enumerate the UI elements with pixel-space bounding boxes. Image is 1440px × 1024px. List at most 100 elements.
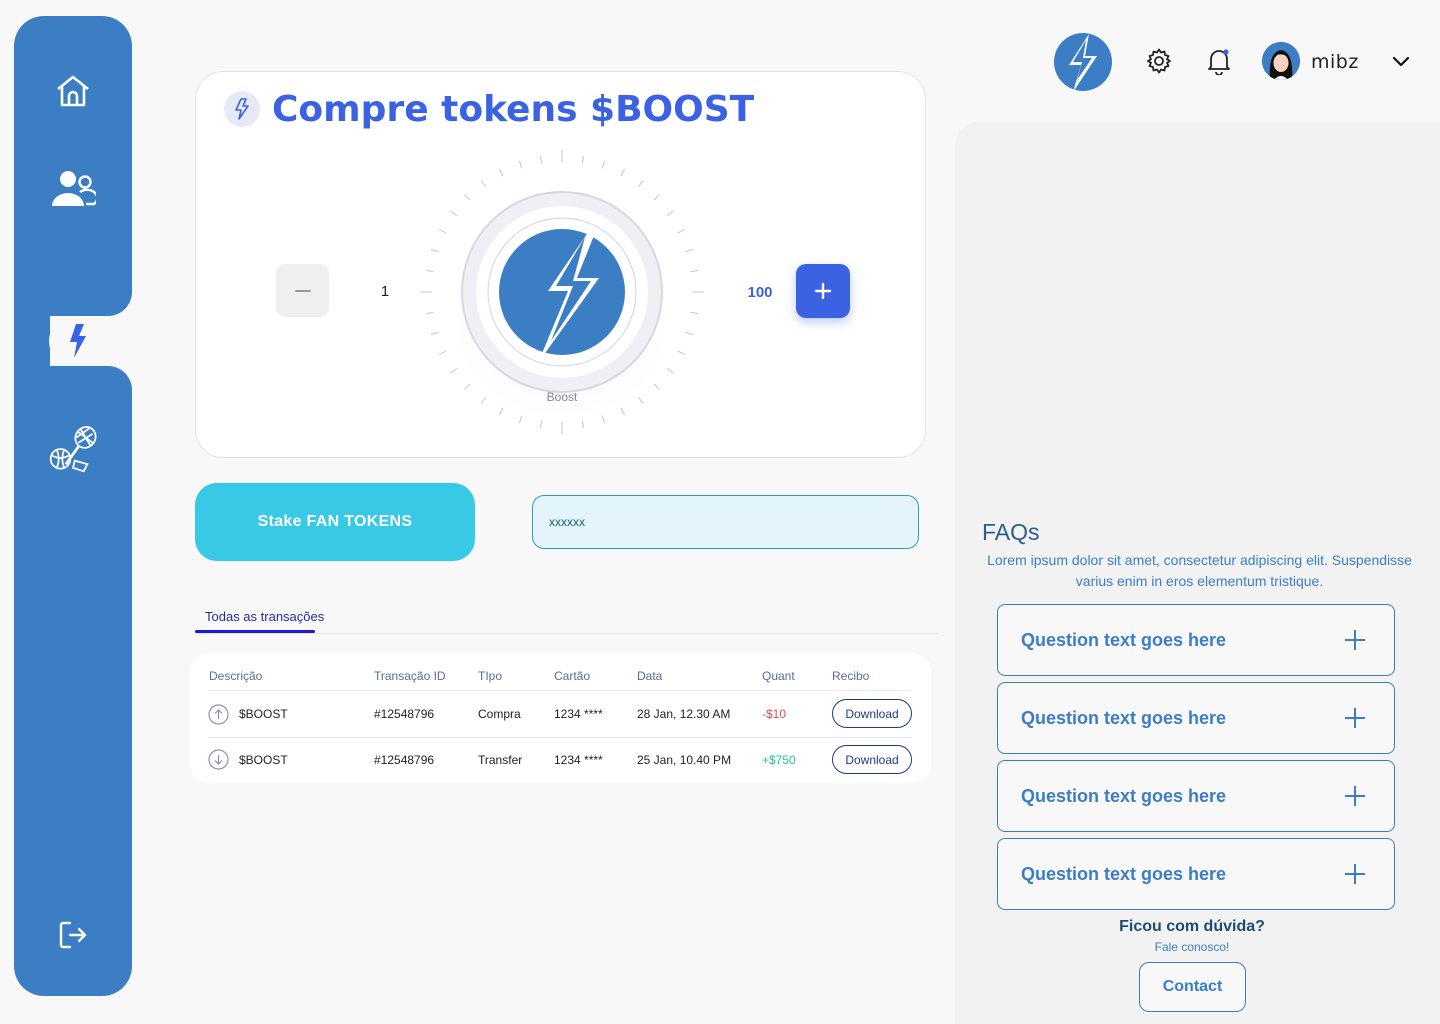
avatar[interactable]: [1262, 42, 1300, 80]
faq-item[interactable]: Question text goes here: [997, 682, 1395, 754]
lightning-icon: [70, 324, 86, 358]
header-divider: [208, 690, 912, 691]
dial-tick: [430, 331, 439, 336]
faq-item[interactable]: Question text goes here: [997, 838, 1395, 910]
dial-tick: [518, 160, 523, 169]
plus-icon: [1345, 864, 1365, 884]
dial-tick: [480, 396, 487, 404]
col-header-amount[interactable]: Quant: [762, 669, 795, 683]
faq-question: Question text goes here: [1021, 630, 1227, 650]
sports-icon[interactable]: [48, 424, 98, 474]
bell-icon[interactable]: [1204, 46, 1234, 76]
arrow-down-icon: [208, 749, 229, 770]
dial-tick: [690, 269, 699, 273]
row2-type: Transfer: [478, 753, 523, 767]
row1-id: #12548796: [374, 707, 435, 721]
dial-tick: [685, 331, 694, 336]
max-value: 100: [747, 284, 773, 301]
dial-tick: [498, 407, 504, 416]
dial-tick: [539, 155, 543, 164]
dial-tick: [438, 350, 447, 356]
brand-logo: [1054, 33, 1112, 92]
dial-tick: [450, 367, 458, 374]
dial-tick: [666, 210, 674, 217]
logout-icon[interactable]: [48, 910, 98, 960]
col-header-card[interactable]: Cartão: [554, 669, 590, 683]
dial-tick: [480, 180, 487, 188]
dial-tick: [581, 420, 585, 429]
row2-id: #12548796: [374, 753, 435, 767]
dial-tick: [601, 415, 606, 424]
row2-amount: +$750: [762, 753, 796, 767]
dial-tick: [438, 228, 447, 234]
faq-item[interactable]: Question text goes here: [997, 760, 1395, 832]
dial-tick: [677, 228, 686, 234]
faq-item[interactable]: Question text goes here: [997, 604, 1395, 676]
min-value: 1: [380, 283, 390, 300]
dial-tick: [677, 350, 686, 356]
dial-tick: [637, 396, 644, 404]
col-header-transaction-id[interactable]: Transação ID: [374, 669, 446, 683]
row1-type: Compra: [478, 707, 521, 721]
plus-icon: [1345, 708, 1365, 728]
username[interactable]: mibz: [1311, 51, 1359, 73]
row2-description: $BOOST: [239, 753, 288, 767]
faq-question: Question text goes here: [1021, 708, 1227, 728]
plus-icon: [1345, 786, 1365, 806]
row1-amount: -$10: [762, 707, 787, 721]
col-header-date[interactable]: Data: [637, 669, 662, 683]
users-icon[interactable]: [48, 163, 98, 213]
tab-divider: [195, 633, 938, 634]
increase-button[interactable]: [796, 264, 850, 318]
help-subtitle: Fale conosco!: [1154, 940, 1230, 954]
row2-date: 25 Jan, 10.40 PM: [637, 753, 732, 767]
dial-tick: [637, 180, 644, 188]
dial-label: Boost: [546, 390, 578, 404]
dial-tick: [666, 367, 674, 374]
row1-date: 28 Jan, 12.30 AM: [637, 707, 731, 721]
row1-description: $BOOST: [239, 707, 288, 721]
plus-icon: [1345, 630, 1365, 650]
arrow-up-icon: [208, 704, 229, 725]
dial-tick: [539, 420, 543, 429]
chevron-down-icon[interactable]: [1390, 50, 1412, 72]
row-divider: [208, 737, 912, 738]
stake-fan-tokens-button[interactable]: Stake FAN TOKENS: [195, 483, 475, 561]
dial-tick: [690, 311, 699, 315]
sidebar-item-tokens[interactable]: [49, 316, 149, 366]
gear-icon[interactable]: [1144, 46, 1174, 76]
dial-tick: [518, 415, 523, 424]
col-header-type[interactable]: TIpo: [478, 669, 502, 683]
dial-tick: [425, 269, 434, 273]
faq-title: FAQs: [982, 519, 1040, 545]
dial-tick: [430, 248, 439, 253]
col-header-description[interactable]: Descrição: [209, 669, 262, 683]
faq-question: Question text goes here: [1021, 786, 1227, 806]
home-icon[interactable]: [48, 66, 98, 116]
token-input[interactable]: [532, 495, 919, 549]
dial-tick: [450, 210, 458, 217]
col-header-receipt[interactable]: Recibo: [832, 669, 869, 683]
row1-download-button[interactable]: Download: [832, 699, 912, 728]
card-title: Compre tokens $BOOST: [272, 89, 755, 130]
bolt-title-icon: [224, 91, 260, 127]
contact-button[interactable]: Contact: [1139, 962, 1246, 1012]
dial-tick: [498, 168, 504, 177]
dial-tick: [620, 168, 626, 177]
dial-tick: [685, 248, 694, 253]
dial-tick: [601, 160, 606, 169]
faq-question: Question text goes here: [1021, 864, 1227, 884]
dial-tick: [463, 193, 471, 201]
decrease-button[interactable]: [276, 264, 329, 317]
faq-description: Lorem ipsum dolor sit amet, consectetur …: [987, 552, 1412, 589]
row1-card: 1234 ****: [554, 707, 603, 721]
help-title: Ficou com dúvida?: [1119, 918, 1265, 935]
dial-tick: [620, 407, 626, 416]
dial-tick: [581, 155, 585, 164]
dial-tick: [463, 383, 471, 391]
tab-all-transactions[interactable]: Todas as transações: [205, 609, 324, 624]
row2-card: 1234 ****: [554, 753, 603, 767]
row2-download-button[interactable]: Download: [832, 745, 912, 774]
dial-tick: [653, 383, 661, 391]
dial-tick: [653, 193, 661, 201]
